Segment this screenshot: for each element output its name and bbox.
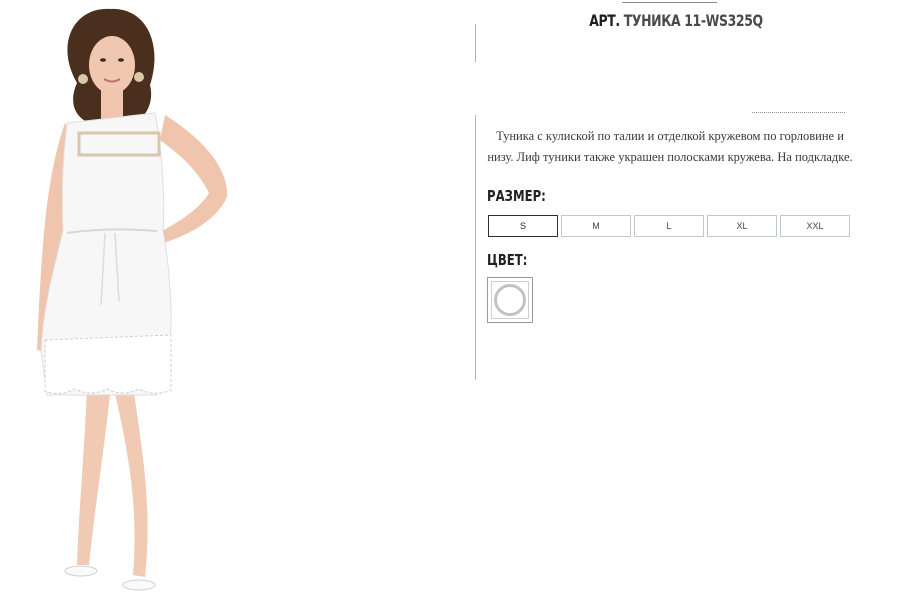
- product-image: [37, 8, 228, 591]
- size-option-xl[interactable]: XL: [707, 215, 777, 237]
- color-label: ЦВЕТ:: [487, 251, 528, 269]
- dotted-divider: [752, 112, 845, 113]
- product-description: Туника с кулиской по талии и отделкой кр…: [487, 129, 853, 164]
- size-option-m[interactable]: M: [561, 215, 631, 237]
- size-option-s[interactable]: S: [488, 215, 558, 237]
- vertical-divider-bottom: [475, 115, 476, 380]
- size-option-l[interactable]: L: [634, 215, 704, 237]
- vertical-divider-top: [475, 24, 476, 62]
- white-color-circle: [494, 284, 526, 316]
- sku-prefix: АРТ.: [589, 11, 620, 30]
- swatch-frame: [491, 281, 529, 319]
- color-swatch-white[interactable]: [487, 277, 533, 323]
- size-option-xxl[interactable]: XXL: [780, 215, 850, 237]
- top-divider: [622, 2, 717, 3]
- size-options: S M L XL XXL: [488, 215, 853, 237]
- size-label: РАЗМЕР:: [487, 187, 546, 205]
- sku-name: ТУНИКА 11-WS325Q: [623, 11, 763, 30]
- product-sku: АРТ. ТУНИКА 11-WS325Q: [520, 10, 832, 32]
